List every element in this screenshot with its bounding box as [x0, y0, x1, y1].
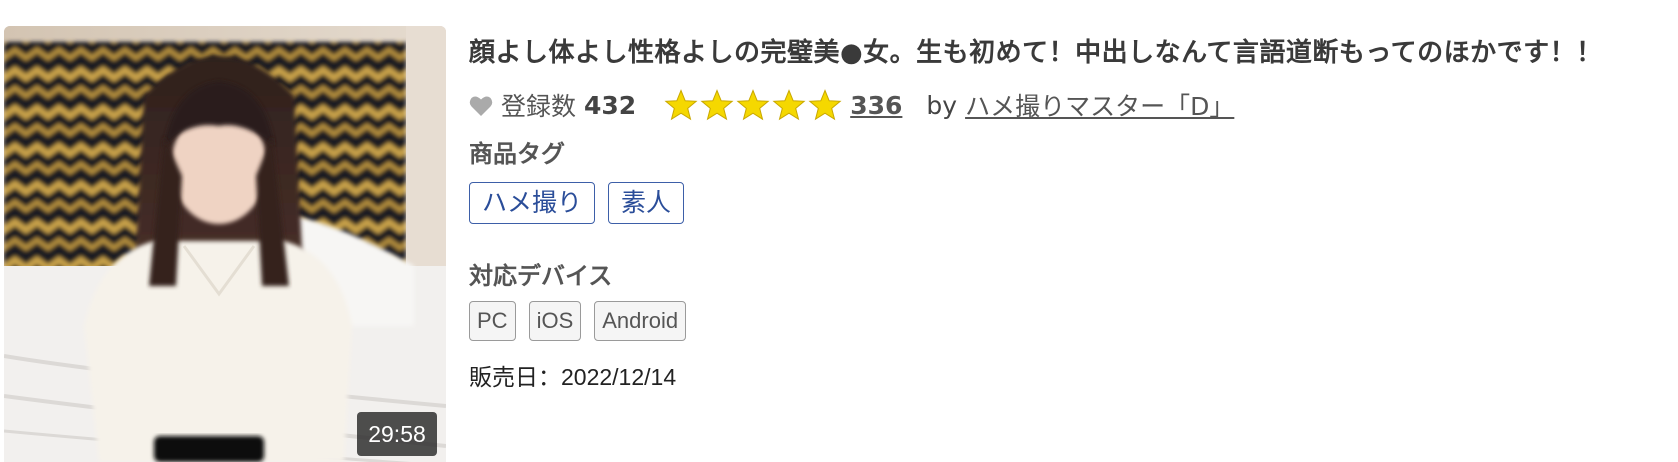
device-badge-ios: iOS	[528, 301, 582, 341]
device-badge-android: Android	[594, 301, 687, 341]
seller-link[interactable]: ハメ撮りマスター「D」	[965, 87, 1234, 123]
devices-heading: 対応デバイス	[469, 262, 613, 290]
star-rating	[664, 88, 844, 122]
tag-amateur[interactable]: 素人	[608, 182, 685, 224]
product-meta: 登録数 432 336 by ハメ撮りマスター「D」	[469, 86, 1234, 124]
review-count-link[interactable]: 336	[850, 91, 902, 120]
tags-heading: 商品タグ	[469, 140, 565, 168]
product-card: 29:58 顔よし体よし性格よしの完璧美●女。生も初めて！中出しなんて言語道断も…	[0, 0, 1678, 462]
tag-list: ハメ撮り 素人	[469, 182, 697, 224]
thumbnail-image	[4, 26, 446, 462]
star-icon	[664, 88, 698, 120]
video-duration: 29:58	[357, 412, 437, 456]
release-label: 販売日：	[469, 365, 561, 391]
release-date: 2022/12/14	[561, 364, 677, 390]
star-icon	[700, 88, 734, 120]
star-icon	[772, 88, 806, 120]
product-thumbnail[interactable]: 29:58	[4, 26, 446, 462]
device-list: PC iOS Android	[469, 301, 699, 341]
device-badge-pc: PC	[469, 301, 516, 341]
product-title[interactable]: 顔よし体よし性格よしの完璧美●女。生も初めて！中出しなんて言語道断もってのほかで…	[469, 32, 1669, 69]
star-icon	[736, 88, 770, 120]
by-label: by	[926, 90, 958, 120]
favorites-label: 登録数	[501, 92, 577, 121]
release-info: 販売日：2022/12/14	[469, 358, 676, 392]
heart-icon[interactable]	[469, 94, 493, 116]
star-icon	[808, 88, 842, 120]
tag-hamedori[interactable]: ハメ撮り	[469, 182, 596, 224]
favorites-count: 432	[584, 90, 637, 120]
